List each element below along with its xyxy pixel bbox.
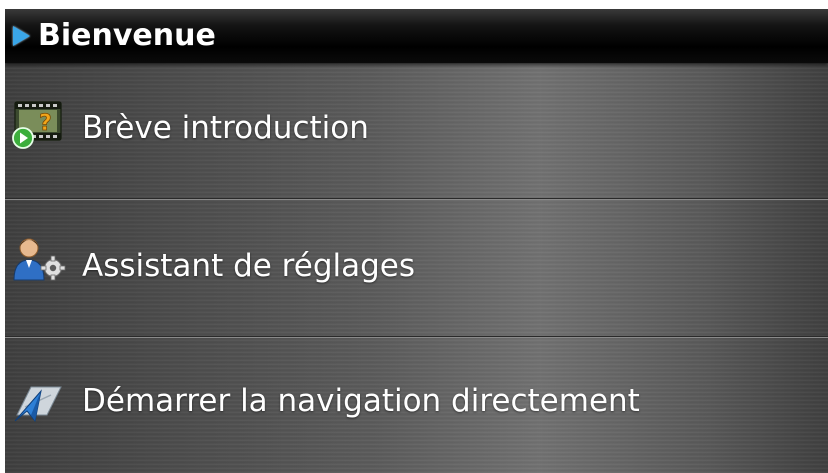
header-bar: Bienvenue <box>5 9 828 63</box>
svg-text:?: ? <box>39 111 52 136</box>
menu-item-label: Assistant de réglages <box>82 248 416 284</box>
video-help-icon: ? <box>11 100 65 154</box>
menu-item-start-navigation[interactable]: Démarrer la navigation directement <box>5 336 828 473</box>
welcome-screen: Bienvenue ? Brève introduction Assistant… <box>5 9 828 473</box>
menu-item-settings-assistant[interactable]: Assistant de réglages <box>5 198 828 336</box>
menu-item-brief-introduction[interactable]: ? Brève introduction <box>5 63 828 198</box>
navigation-arrow-icon <box>11 381 67 429</box>
menu-item-label: Démarrer la navigation directement <box>82 383 640 419</box>
page-title: Bienvenue <box>38 18 216 53</box>
user-settings-icon <box>11 236 67 290</box>
play-triangle-icon <box>13 26 30 46</box>
menu-item-label: Brève introduction <box>82 110 369 146</box>
